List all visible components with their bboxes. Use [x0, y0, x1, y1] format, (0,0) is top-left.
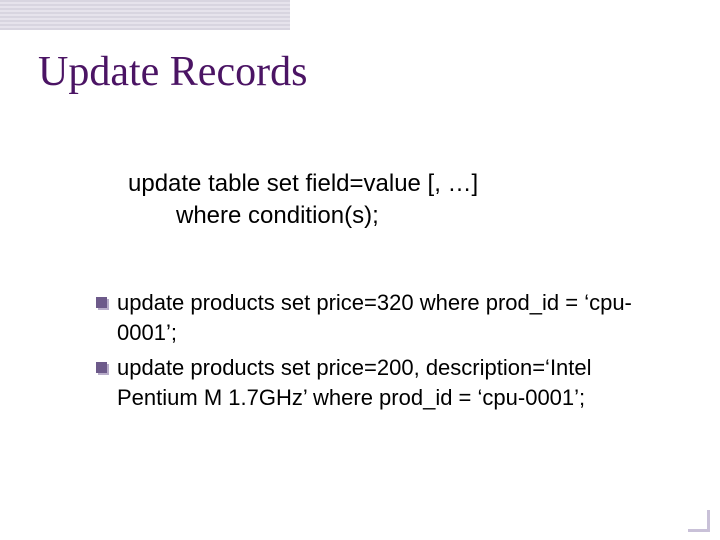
decorative-top-band	[0, 0, 290, 30]
slide-title: Update Records	[38, 48, 307, 96]
syntax-block: update table set field=value [, …] where…	[128, 168, 478, 233]
decorative-corner	[688, 510, 710, 532]
bullet-text: update products set price=320 where prod…	[117, 288, 660, 347]
list-item: update products set price=200, descripti…	[96, 353, 660, 412]
bullet-text: update products set price=200, descripti…	[117, 353, 660, 412]
bullet-icon	[96, 362, 107, 373]
syntax-line-2: where condition(s);	[128, 200, 478, 232]
bullet-icon	[96, 297, 107, 308]
slide: Update Records update table set field=va…	[0, 0, 720, 540]
bullet-list: update products set price=320 where prod…	[96, 288, 660, 419]
list-item: update products set price=320 where prod…	[96, 288, 660, 347]
syntax-line-1: update table set field=value [, …]	[128, 168, 478, 200]
